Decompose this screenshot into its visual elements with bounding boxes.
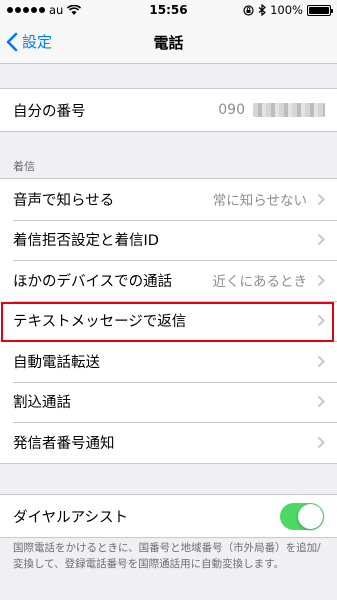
dial-assist-row: ダイヤルアシスト: [0, 495, 337, 537]
incoming-section-header: 着信: [13, 160, 35, 173]
battery-percent: 100%: [270, 3, 303, 17]
call-forwarding-row[interactable]: 自動電話転送: [0, 341, 337, 382]
rotation-lock-icon: [243, 4, 254, 16]
chevron-right-icon: [317, 193, 325, 205]
masked-number: [253, 103, 325, 117]
bluetooth-icon: [258, 4, 267, 16]
battery-icon: [307, 4, 333, 16]
chevron-right-icon: [317, 315, 325, 327]
caller-id-row[interactable]: 発信者番号通知: [0, 422, 337, 463]
incoming-group: 音声で知らせる 常に知らせない 着信拒否設定と着信ID ほかのデバイスでの通話 …: [0, 178, 337, 464]
my-number-group: 自分の番号 090: [0, 88, 337, 132]
dial-assist-toggle[interactable]: [280, 502, 324, 530]
dial-assist-group: ダイヤルアシスト: [0, 494, 337, 538]
toggle-knob: [298, 503, 323, 529]
other-devices-value: 近くにあるとき: [212, 274, 308, 291]
announce-calls-value: 常に知らせない: [212, 193, 307, 210]
my-number-row[interactable]: 自分の番号 090: [0, 89, 337, 131]
status-bar: au 15:56 100%: [0, 0, 337, 20]
reply-with-message-label: テキストメッセージで返信: [13, 314, 187, 331]
my-number-value-wrap: 090: [218, 102, 325, 118]
navigation-bar: 設定 電話: [0, 20, 337, 64]
chevron-right-icon: [317, 234, 325, 246]
chevron-right-icon: [317, 274, 325, 286]
call-blocking-label: 着信拒否設定と着信ID: [13, 233, 159, 250]
my-number-label: 自分の番号: [13, 103, 86, 120]
announce-calls-label: 音声で知らせる: [13, 192, 115, 209]
page-title: 電話: [153, 34, 184, 52]
dial-assist-label: ダイヤルアシスト: [13, 509, 128, 526]
other-devices-label: ほかのデバイスでの通話: [13, 273, 173, 290]
chevron-right-icon: [317, 355, 325, 367]
dial-assist-footer: 国際電話をかけるときに、国番号と地域番号（市外局番）を追加/変換して、登録電話番…: [13, 542, 321, 570]
announce-calls-row[interactable]: 音声で知らせる 常に知らせない: [0, 179, 337, 220]
chevron-right-icon: [317, 436, 325, 448]
call-waiting-row[interactable]: 割込通話: [0, 381, 337, 423]
caller-id-label: 発信者番号通知: [13, 435, 115, 452]
status-right: 100%: [243, 3, 333, 17]
other-devices-row[interactable]: ほかのデバイスでの通話 近くにあるとき: [0, 260, 337, 301]
call-forwarding-label: 自動電話転送: [13, 354, 100, 371]
my-number-value: 090: [218, 102, 245, 118]
call-blocking-row[interactable]: 着信拒否設定と着信ID: [0, 219, 337, 261]
reply-with-message-row[interactable]: テキストメッセージで返信: [0, 300, 337, 342]
chevron-right-icon: [317, 396, 325, 408]
call-waiting-label: 割込通話: [13, 395, 71, 412]
